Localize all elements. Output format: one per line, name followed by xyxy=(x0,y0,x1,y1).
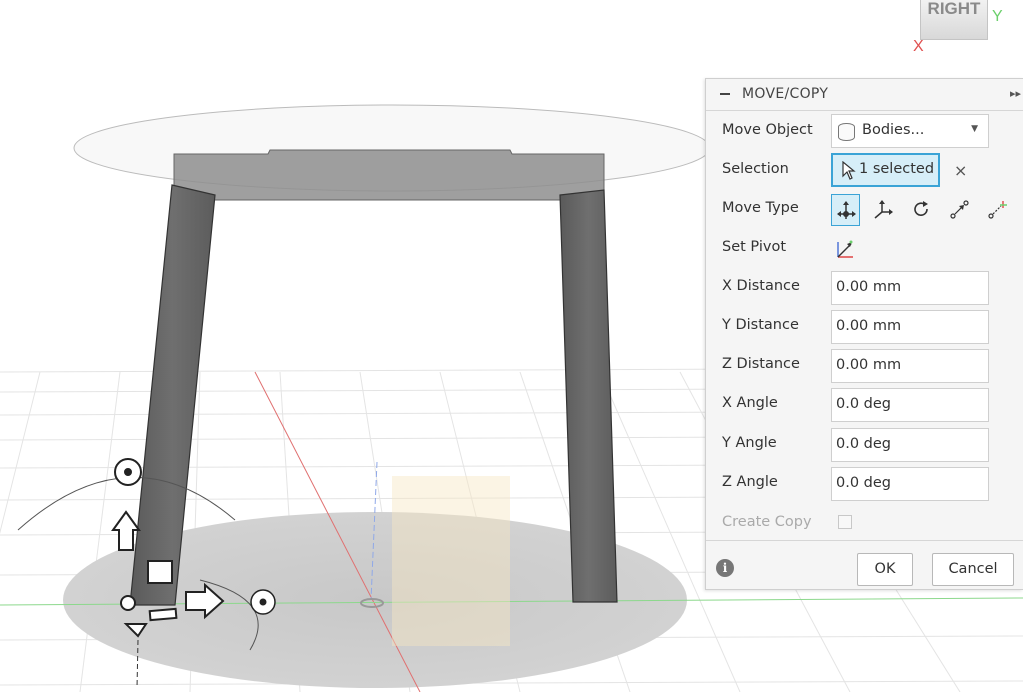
z-distance-input[interactable]: 0.00 mm xyxy=(831,349,989,383)
z-angle-label: Z Angle xyxy=(722,474,778,490)
panel-title: MOVE/COPY xyxy=(742,86,829,102)
panel-footer: i OK Cancel xyxy=(706,540,1023,591)
rotate-icon xyxy=(914,201,928,216)
cancel-button[interactable]: Cancel xyxy=(932,553,1014,586)
viewcube-y-axis-label: Y xyxy=(992,8,1003,25)
move-object-label: Move Object xyxy=(722,122,813,138)
set-pivot-icon[interactable] xyxy=(835,238,857,260)
x-angle-input[interactable]: 0.0 deg xyxy=(831,388,989,422)
translate-xyz-button[interactable] xyxy=(869,194,898,226)
rotate-button[interactable] xyxy=(907,194,936,226)
point-to-point-button[interactable] xyxy=(945,194,974,226)
x-distance-input[interactable]: 0.00 mm xyxy=(831,271,989,305)
ok-button[interactable]: OK xyxy=(857,553,913,586)
y-angle-label: Y Angle xyxy=(722,435,777,451)
free-move-icon xyxy=(837,201,856,219)
chevron-down-icon: ▼ xyxy=(971,124,978,134)
x-distance-label: X Distance xyxy=(722,278,800,294)
plane-handle xyxy=(147,560,173,584)
clear-selection-icon[interactable]: × xyxy=(954,161,967,180)
selection-button[interactable]: 1 selected xyxy=(831,153,940,187)
info-icon[interactable]: i xyxy=(716,559,734,577)
point-to-point-icon xyxy=(950,200,969,219)
y-distance-input[interactable]: 0.00 mm xyxy=(831,310,989,344)
selection-count: 1 selected xyxy=(859,161,935,177)
create-copy-checkbox[interactable] xyxy=(838,515,852,529)
expand-panel-icon[interactable]: ▸▸ xyxy=(1010,87,1021,100)
translate-xyz-icon xyxy=(874,200,893,219)
create-copy-label: Create Copy xyxy=(722,514,812,530)
viewcube-x-axis-label: X xyxy=(913,38,924,55)
point-to-position-button[interactable] xyxy=(983,194,1012,226)
move-type-label: Move Type xyxy=(722,200,799,216)
small-plane-handle xyxy=(148,607,178,622)
set-pivot-label: Set Pivot xyxy=(722,239,787,255)
y-distance-label: Y Distance xyxy=(722,317,799,333)
tabletop-slab xyxy=(173,149,605,201)
move-object-dropdown[interactable]: Bodies... ▼ xyxy=(831,114,989,148)
move-object-value: Bodies... xyxy=(862,122,925,138)
panel-header: MOVE/COPY ▸▸ xyxy=(706,79,1023,111)
viewcube[interactable]: RIGHT xyxy=(920,0,988,40)
x-angle-label: X Angle xyxy=(722,395,778,411)
free-move-button[interactable] xyxy=(831,194,860,226)
z-distance-label: Z Distance xyxy=(722,356,800,372)
y-angle-input[interactable]: 0.0 deg xyxy=(831,428,989,462)
bodies-cylinder-icon xyxy=(838,123,855,141)
move-copy-panel: MOVE/COPY ▸▸ Move Object Bodies... ▼ Sel… xyxy=(705,78,1023,590)
selection-label: Selection xyxy=(722,161,789,177)
origin-handle xyxy=(120,595,136,611)
collapse-icon[interactable] xyxy=(720,93,730,95)
z-angle-input[interactable]: 0.0 deg xyxy=(831,467,989,501)
origin-plane xyxy=(392,476,510,646)
point-to-position-icon xyxy=(988,201,1007,219)
cursor-arrow-icon xyxy=(842,161,856,180)
